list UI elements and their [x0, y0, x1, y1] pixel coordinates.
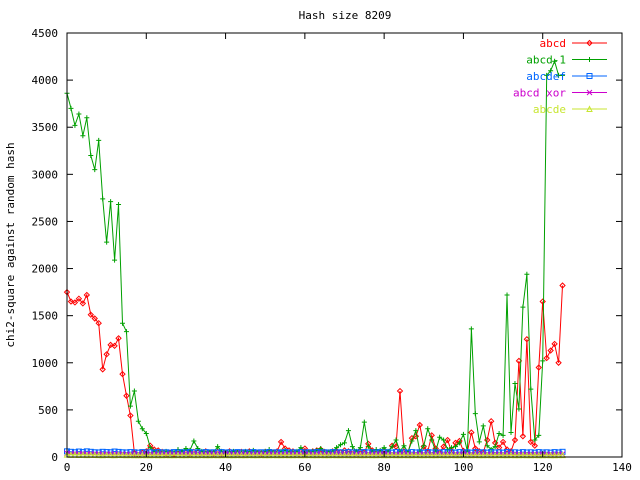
series-line — [66, 285, 563, 456]
data-point — [472, 411, 478, 417]
data-point — [112, 257, 118, 263]
series-layer — [63, 58, 566, 459]
data-point — [108, 199, 114, 205]
x-tick-label: 20 — [140, 461, 153, 474]
legend-item: abcde — [533, 103, 607, 116]
data-point — [512, 381, 518, 387]
legend-label: abcd — [540, 37, 567, 50]
data-point — [476, 439, 482, 445]
data-point — [468, 326, 474, 332]
data-point — [116, 201, 122, 207]
data-point — [540, 358, 546, 364]
y-tick-label: 3500 — [32, 121, 59, 134]
y-tick-label: 0 — [51, 451, 58, 464]
data-point — [72, 122, 78, 128]
x-tick-label: 40 — [219, 461, 232, 474]
data-point — [80, 133, 86, 139]
data-point — [524, 271, 530, 277]
y-tick-label: 3000 — [32, 168, 59, 181]
legend-marker — [587, 57, 592, 62]
data-point — [104, 239, 110, 245]
data-point — [504, 292, 510, 298]
x-tick-label: 100 — [453, 461, 473, 474]
data-point — [135, 418, 141, 424]
data-point — [120, 320, 125, 326]
legend: abcd abcd-1 abcdef abcd xor abcde — [513, 37, 607, 116]
line-chart: Hash size 8209 chi2-square against rando… — [4, 9, 632, 474]
data-point — [100, 196, 106, 202]
legend-label: abcd xor — [513, 87, 566, 100]
legend-label: abcde — [533, 103, 566, 116]
x-tick-label: 80 — [378, 461, 391, 474]
x-tick-label: 60 — [298, 461, 311, 474]
y-tick-label: 2000 — [32, 263, 59, 276]
data-point — [460, 431, 466, 437]
data-point — [508, 430, 514, 436]
legend-label: abcdef — [526, 70, 566, 83]
series-abcd-1 — [64, 58, 566, 456]
x-tick-label: 120 — [533, 461, 553, 474]
data-point — [191, 438, 197, 444]
data-point — [96, 137, 102, 143]
series-line — [66, 59, 563, 454]
legend-label: abcd-1 — [526, 54, 566, 67]
data-point — [393, 437, 399, 443]
legend-item: abcd xor — [513, 87, 607, 100]
legend-item: abcd — [540, 37, 607, 50]
y-tick-label: 500 — [38, 404, 58, 417]
legend-item: abcdef — [526, 70, 607, 83]
series-abcd — [63, 282, 566, 459]
y-tick-label: 4500 — [32, 27, 59, 40]
data-point — [76, 111, 82, 117]
data-point — [123, 329, 129, 335]
data-point — [425, 426, 431, 432]
data-point — [84, 115, 90, 121]
y-tick-label: 1000 — [32, 357, 59, 370]
data-point — [516, 406, 522, 412]
y-axis-label: chi2-square against random hash — [4, 142, 17, 347]
y-tick-label: 2500 — [32, 215, 59, 228]
data-point — [68, 105, 74, 111]
chart-title: Hash size 8209 — [299, 9, 392, 22]
data-point — [345, 428, 351, 434]
legend-item: abcd-1 — [526, 54, 607, 67]
data-point — [92, 167, 98, 173]
x-tick-label: 140 — [612, 461, 632, 474]
x-tick-label: 0 — [64, 461, 71, 474]
data-point — [480, 423, 486, 429]
data-point — [131, 388, 137, 394]
data-point — [520, 304, 526, 310]
y-tick-label: 1500 — [32, 310, 59, 323]
data-point — [361, 419, 367, 425]
y-tick-label: 4000 — [32, 74, 59, 87]
data-point — [88, 152, 94, 158]
